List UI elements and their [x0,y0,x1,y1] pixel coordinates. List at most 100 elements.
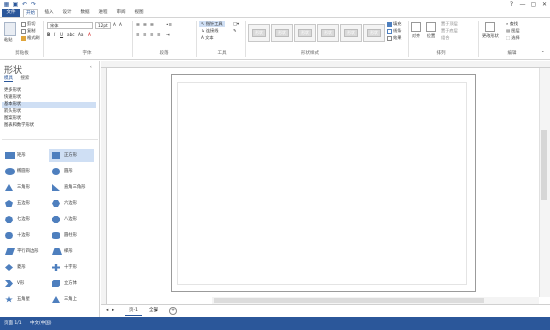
shape-rectangle[interactable]: 矩形 [2,149,47,162]
effects-button[interactable]: 效果 [387,35,401,41]
tab-view[interactable]: 视图 [132,9,146,17]
all-pages-dropdown-icon[interactable]: ▴ [155,307,157,315]
page-nav-prev-icon[interactable]: ◂ [106,307,108,315]
tab-insert[interactable]: 插入 [42,9,56,17]
grow-font-icon[interactable]: A [113,22,116,28]
shape-cross[interactable]: 十字形 [49,261,94,274]
font-name-select[interactable]: 宋体 [47,22,93,29]
shape-octagon[interactable]: 八边形 [49,213,94,226]
shape-triangle[interactable]: 三角形 [2,181,47,194]
align-left-icon[interactable]: ≡ [136,32,140,38]
tab-design[interactable]: 设计 [60,9,74,17]
quick-style-4[interactable]: 形状 [317,24,339,42]
align-center-icon[interactable]: ≡ [143,32,147,38]
shape-parallelogram[interactable]: 平行四边形 [2,245,47,258]
stencil-pattern-shapes[interactable]: 图案形状 [2,116,96,122]
cut-button[interactable]: 剪切 [21,21,35,27]
bring-forward-button[interactable]: 置于顶层 [441,21,458,27]
tab-data[interactable]: 数据 [78,9,92,17]
shape-trapezoid[interactable]: 梯形 [49,245,94,258]
shape-pentagon[interactable]: 五边形 [2,197,47,210]
underline-icon[interactable]: U [60,32,63,38]
font-case-icon[interactable]: Aa [78,32,83,38]
tab-review[interactable]: 审阅 [114,9,128,17]
stencil-quick-shapes[interactable]: 快速形状 [2,95,96,101]
select-label: 选择 [511,35,520,40]
layers-button[interactable]: ▤ 图层 [506,28,520,34]
pane-tab-search[interactable]: 搜索 [20,76,29,81]
quick-style-1[interactable]: 形状 [248,24,270,42]
position-button[interactable]: 位置 [426,22,436,39]
group-button[interactable]: 组合 [441,35,449,41]
format-painter-button[interactable]: 格式刷 [21,35,40,41]
align-button[interactable]: 对齐 [411,22,421,39]
select-button[interactable]: ⬚ 选择 [506,35,520,41]
shape-chevron[interactable]: V形 [2,277,47,290]
shape-triangle-up[interactable]: 三角上 [49,293,94,306]
tab-home[interactable]: 开始 [23,9,38,17]
quick-style-6[interactable]: 形状 [363,24,385,42]
justify-icon[interactable]: ≡ [157,32,161,38]
indent-icon[interactable]: ⇥ [166,32,170,38]
shape-heptagon[interactable]: 七边形 [2,213,47,226]
help-button[interactable]: ? [506,0,517,9]
align-top-icon[interactable]: ☰ [136,22,140,28]
pencil-icon[interactable]: ✎ [233,28,237,34]
page-tab-1[interactable]: 页-1 [125,307,142,316]
shape-decagon[interactable]: 十边形 [2,229,47,242]
shape-cube[interactable]: 立方体 [49,277,94,290]
stencil-arrow-shapes[interactable]: 箭头形状 [2,109,96,115]
pane-tab-stencils[interactable]: 模具 [4,76,13,82]
minimize-button[interactable]: — [517,0,528,9]
vertical-scroll-thumb[interactable] [541,130,547,200]
stencil-basic-shapes[interactable]: 基本形状 [2,102,96,108]
shape-right-triangle[interactable]: 直角三角形 [49,181,94,194]
font-size-select[interactable]: 12pt [95,22,111,29]
send-backward-button[interactable]: 置于底层 [441,28,458,34]
connector-button[interactable]: ↳ 连接线 [201,28,218,34]
tab-file[interactable]: 文件 [2,9,20,17]
tab-process[interactable]: 进程 [96,9,110,17]
copy-button[interactable]: 复制 [21,28,35,34]
change-shape-button[interactable]: 更改形状 [482,22,499,39]
strikethrough-icon[interactable]: abc [67,32,75,38]
find-button[interactable]: ⌕ 查找 [506,21,518,27]
shape-diamond[interactable]: 菱形 [2,261,47,274]
stencil-more-shapes[interactable]: 更多形状 [2,88,96,94]
shape-rect-icon[interactable]: □▾ [233,21,239,27]
paste-button[interactable]: 粘贴 [4,22,16,43]
shrink-font-icon[interactable]: A [119,22,122,28]
pointer-tool-button[interactable]: ↖ 指针工具 [199,21,225,27]
bold-icon[interactable]: B [47,32,50,38]
redo-icon[interactable]: ↷ [30,1,37,8]
collapse-pane-icon[interactable]: ‹ [90,64,92,70]
quick-style-5[interactable]: 形状 [340,24,362,42]
italic-icon[interactable]: I [54,32,55,38]
collapse-ribbon-icon[interactable]: ⌃ [541,50,545,56]
effects-label: 效果 [393,35,402,40]
shape-hexagon[interactable]: 六边形 [49,197,94,210]
shape-star[interactable]: 五角星 [2,293,47,306]
fill-button[interactable]: 填充 [387,21,401,27]
align-right-icon[interactable]: ≡ [150,32,154,38]
undo-icon[interactable]: ↶ [21,1,28,8]
align-bottom-icon[interactable]: ☰ [150,22,154,28]
line-button[interactable]: 线条 [387,28,401,34]
page-nav-next-icon[interactable]: ▸ [112,307,114,315]
shape-ellipse[interactable]: 椭圆形 [2,165,47,178]
shape-cylinder[interactable]: 圆柱形 [49,229,94,242]
quick-style-2[interactable]: 形状 [271,24,293,42]
quick-style-3[interactable]: 形状 [294,24,316,42]
close-button[interactable]: ✕ [539,0,550,9]
text-tool-button[interactable]: A 文本 [201,35,214,41]
add-page-button[interactable]: + [169,307,177,315]
shape-square[interactable]: 正方形 [49,149,94,162]
shape-circle[interactable]: 圆形 [49,165,94,178]
maximize-button[interactable]: ▢ [528,0,539,9]
save-icon[interactable]: ▣ [12,1,19,8]
bullets-icon[interactable]: •≡ [166,22,172,28]
font-color-icon[interactable]: A [88,32,91,38]
stencil-graph-math-shapes[interactable]: 图表和数学形状 [2,123,96,129]
align-middle-icon[interactable]: ☰ [143,22,147,28]
horizontal-scroll-thumb[interactable] [214,298,484,303]
